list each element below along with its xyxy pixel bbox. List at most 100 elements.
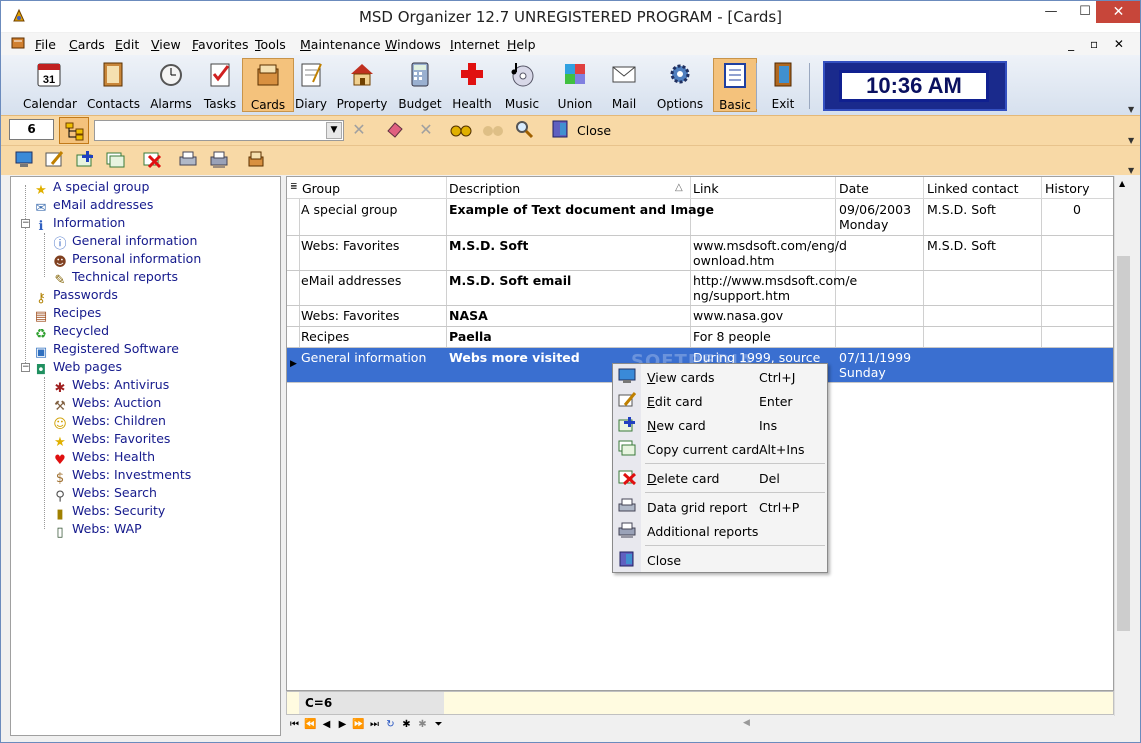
mail-button[interactable]: Mail [598, 58, 650, 112]
menu-view[interactable]: View [151, 37, 181, 52]
clear-filter-icon[interactable]: ✕ [348, 119, 370, 141]
tree-item-webs-health[interactable]: ♥ Webs: Health [52, 449, 155, 468]
menu-item-view-cards[interactable]: View cards Ctrl+J [613, 365, 827, 389]
toolbar-overflow-icon[interactable]: ▼ [1128, 166, 1134, 175]
edit-card-icon[interactable] [43, 149, 65, 171]
contacts-button[interactable]: Contacts [87, 58, 140, 112]
tree-item-webs-favorites[interactable]: ★ Webs: Favorites [52, 431, 170, 450]
next-record-button[interactable]: ▶ [335, 717, 350, 733]
prior-page-button[interactable]: ⏪ [303, 717, 318, 733]
table-row[interactable]: Webs: Favorites M.S.D. Soft www.msdsoft.… [287, 236, 1113, 271]
tree-item-email-addresses[interactable]: ✉ eMail addresses [33, 197, 154, 216]
tree-item-general-information[interactable]: ⓘ General information [52, 233, 197, 252]
tasks-button[interactable]: Tasks [194, 58, 246, 112]
column-divider[interactable] [690, 177, 691, 199]
binoculars-icon[interactable] [450, 119, 472, 141]
column-header-link[interactable]: Link [693, 181, 719, 196]
menu-item-close[interactable]: Close [613, 548, 827, 572]
music-button[interactable]: Music [496, 58, 548, 112]
tree-item-registered-software[interactable]: ▣ Registered Software [33, 341, 179, 360]
next-page-button[interactable]: ⏩ [351, 717, 366, 733]
toolbar-overflow-icon[interactable]: ▼ [1128, 105, 1134, 114]
cancel-icon[interactable]: ✕ [415, 119, 437, 141]
delete-card-icon[interactable] [141, 149, 163, 171]
basic-button[interactable]: Basic [713, 58, 757, 112]
menu-edit[interactable]: Edit [115, 37, 139, 52]
column-divider[interactable] [1041, 177, 1042, 199]
tree-item-web-pages[interactable]: ◘ Web pages [33, 359, 122, 378]
scroll-up-icon[interactable]: ▲ [1119, 179, 1125, 188]
menu-internet[interactable]: Internet [450, 37, 500, 52]
chevron-down-icon[interactable]: ▼ [326, 122, 342, 139]
printer-icon[interactable] [177, 149, 199, 171]
table-row[interactable]: Recipes Paella For 8 people [287, 327, 1113, 348]
union-button[interactable]: Union [549, 58, 601, 112]
close-window-button[interactable]: ✕ [1096, 1, 1140, 23]
budget-button[interactable]: Budget [394, 58, 446, 112]
tree-item-technical-reports[interactable]: ✎ Technical reports [52, 269, 179, 288]
scroll-thumb[interactable] [1117, 256, 1130, 631]
copy-card-icon[interactable] [104, 149, 126, 171]
monitor-icon[interactable] [13, 149, 35, 171]
column-divider[interactable] [446, 177, 447, 199]
first-record-button[interactable]: ⏮ [287, 717, 302, 733]
menu-item-additional-reports[interactable]: Additional reports [613, 519, 827, 543]
column-chooser-icon[interactable]: ≣ [290, 182, 298, 192]
printer-reports-icon[interactable] [208, 149, 230, 171]
asterisk-icon[interactable]: ✱ [399, 717, 414, 733]
eraser-icon[interactable] [384, 119, 406, 141]
column-header-date[interactable]: Date [839, 181, 869, 196]
column-divider[interactable] [835, 177, 836, 199]
cards-box-icon[interactable] [245, 149, 267, 171]
expand-collapse-toggle[interactable]: − [21, 219, 30, 228]
table-row[interactable]: Webs: Favorites NASA www.nasa.gov [287, 306, 1113, 327]
tree-item-webs-auction[interactable]: ⚒ Webs: Auction [52, 395, 161, 414]
count-field[interactable]: 6 [9, 119, 54, 140]
alarms-button[interactable]: Alarms [145, 58, 197, 112]
refresh-icon[interactable]: ↻ [383, 717, 398, 733]
menu-maintenance[interactable]: Maintenance [300, 37, 381, 52]
column-header-group[interactable]: Group [302, 181, 340, 196]
menu-windows[interactable]: Windows [385, 37, 441, 52]
tree-item-webs-wap[interactable]: ▯ Webs: WAP [52, 521, 141, 540]
expand-collapse-toggle[interactable]: − [21, 363, 30, 372]
filter-funnel-icon[interactable]: ⏷ [431, 717, 446, 733]
menu-tools[interactable]: Tools [255, 37, 286, 52]
column-header-history[interactable]: History [1045, 181, 1089, 196]
magnifier-icon[interactable] [513, 119, 535, 141]
tree-item-webs-search[interactable]: ⚲ Webs: Search [52, 485, 157, 504]
menu-item-data-grid-report[interactable]: Data grid report Ctrl+P [613, 495, 827, 519]
close-filter-label[interactable]: Close [577, 123, 611, 138]
menu-item-delete-card[interactable]: Delete card Del [613, 466, 827, 490]
toolbar-overflow-icon[interactable]: ▼ [1128, 136, 1134, 145]
table-row[interactable]: eMail addresses M.S.D. Soft email http:/… [287, 271, 1113, 306]
vertical-scrollbar[interactable]: ▲ [1114, 176, 1131, 716]
menu-app-icon[interactable] [11, 36, 27, 53]
tree-item-recycled[interactable]: ♻ Recycled [33, 323, 109, 342]
diary-button[interactable]: Diary [285, 58, 337, 112]
horizontal-scrollbar[interactable]: ◀ ▶ [741, 717, 1140, 733]
new-card-icon[interactable] [74, 149, 96, 171]
column-header-description[interactable]: Description [449, 181, 520, 196]
last-record-button[interactable]: ⏭ [367, 717, 382, 733]
tree-item-a-special-group[interactable]: ★ A special group [33, 179, 149, 198]
exit-button[interactable]: Exit [757, 58, 809, 112]
menu-favorites[interactable]: Favorites [192, 37, 248, 52]
property-button[interactable]: Property [336, 58, 388, 112]
close-door-icon[interactable] [549, 119, 571, 141]
menu-item-edit-card[interactable]: Edit card Enter [613, 389, 827, 413]
health-button[interactable]: Health [446, 58, 498, 112]
asterisk-disabled-icon[interactable]: ✱ [415, 717, 430, 733]
column-header-linked-contact[interactable]: Linked contact [927, 181, 1019, 196]
scroll-left-icon[interactable]: ◀ [743, 718, 750, 728]
menu-item-copy-current-card[interactable]: Copy current card Alt+Ins [613, 437, 827, 461]
prior-record-button[interactable]: ◀ [319, 717, 334, 733]
search-combo[interactable]: ▼ [94, 120, 344, 141]
column-divider[interactable] [923, 177, 924, 199]
mdi-window-controls[interactable]: _ ▫ ✕ [1068, 37, 1130, 51]
tree-item-recipes[interactable]: ▤ Recipes [33, 305, 101, 324]
tree-item-personal-information[interactable]: ☻ Personal information [52, 251, 201, 270]
tree-item-webs-children[interactable]: ☺ Webs: Children [52, 413, 166, 432]
binoculars-next-icon[interactable] [482, 119, 504, 141]
tree-item-information[interactable]: ℹ Information [33, 215, 126, 234]
